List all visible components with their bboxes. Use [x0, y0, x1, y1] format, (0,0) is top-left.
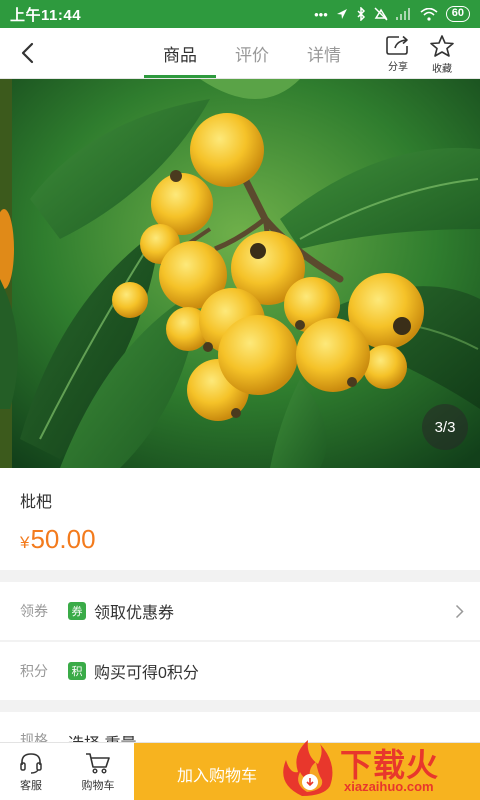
price-value: 50.00 — [30, 524, 96, 554]
status-time: 上午11:44 — [10, 6, 82, 24]
favorite-label: 收藏 — [432, 64, 452, 75]
tab-details[interactable]: 详情 — [288, 28, 360, 79]
location-icon — [336, 9, 347, 19]
coupon-key: 领券 — [20, 603, 48, 619]
star-icon — [430, 35, 454, 57]
product-info: 枇杷 ¥50.00 — [0, 468, 480, 570]
dots-icon: ••• — [314, 6, 328, 22]
favorite-button[interactable]: 收藏 — [420, 34, 464, 76]
back-arrow-icon — [21, 42, 34, 64]
signal-icon — [395, 8, 410, 20]
product-detail-screen: 上午11:44 ••• 60 商品 评价 详情 分享 收藏 3/3 枇杷 ¥50… — [0, 0, 480, 800]
watermark-logo: 下载火 xiazaihuo.com — [274, 734, 480, 800]
points-row: 积分 积 购买可得0积分 — [0, 642, 480, 700]
cart-button[interactable]: 购物车 — [68, 743, 128, 800]
product-price: ¥50.00 — [20, 524, 460, 555]
add-to-cart-label: 加入购物车 — [177, 768, 258, 785]
back-button[interactable] — [12, 38, 42, 68]
share-button[interactable]: 分享 — [376, 34, 420, 76]
tab-reviews[interactable]: 评价 — [216, 28, 288, 79]
points-key: 积分 — [20, 663, 48, 679]
image-page-indicator: 3/3 — [422, 404, 468, 450]
status-icons: ••• 60 — [314, 6, 470, 22]
cart-icon — [86, 752, 110, 774]
currency-symbol: ¥ — [20, 533, 30, 552]
product-photo — [0, 79, 480, 468]
mute-icon — [374, 7, 388, 21]
tab-product[interactable]: 商品 — [144, 28, 216, 79]
share-label: 分享 — [388, 62, 408, 73]
coupon-badge: 券 — [68, 602, 86, 620]
coupon-row[interactable]: 领券 券 领取优惠券 — [0, 582, 480, 640]
points-badge: 积 — [68, 662, 86, 680]
headset-icon — [20, 752, 42, 774]
points-value: 购买可得0积分 — [94, 665, 199, 682]
nav-bar: 商品 评价 详情 分享 收藏 — [0, 28, 480, 79]
watermark-url: xiazaihuo.com — [344, 779, 434, 794]
product-name: 枇杷 — [20, 494, 53, 511]
wifi-icon — [420, 7, 438, 21]
tab-bar: 商品 评价 详情 — [144, 28, 360, 79]
cart-label: 购物车 — [81, 779, 115, 792]
share-icon — [386, 35, 408, 55]
status-bar: 上午11:44 ••• 60 — [0, 0, 480, 28]
customer-service-label: 客服 — [20, 779, 42, 792]
bluetooth-icon — [357, 7, 365, 21]
coupon-value: 领取优惠券 — [94, 605, 175, 622]
battery-icon: 60 — [445, 6, 470, 22]
customer-service-button[interactable]: 客服 — [1, 743, 61, 800]
product-image-gallery[interactable]: 3/3 — [0, 79, 480, 468]
chevron-right-icon — [455, 604, 464, 618]
